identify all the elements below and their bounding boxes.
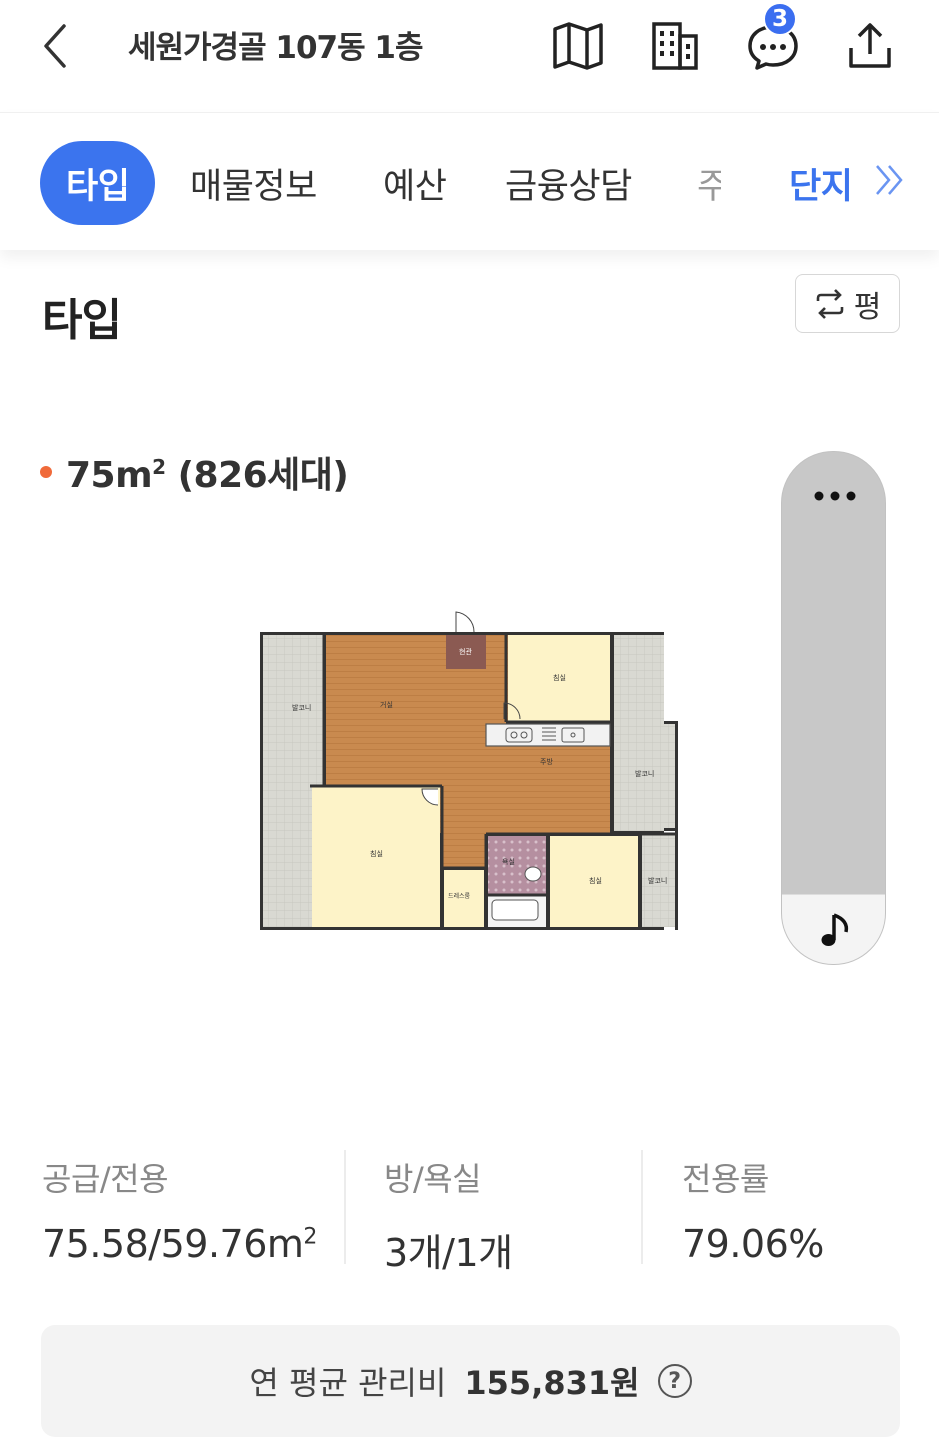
stat-ratio: 전용률 79.06% bbox=[682, 1154, 824, 1266]
page-title: 세원가경골 107동 1층 bbox=[128, 30, 424, 66]
bedroom-label-top: 침실 bbox=[553, 673, 566, 682]
type-dot bbox=[40, 466, 52, 478]
notification-badge: 3 bbox=[763, 2, 797, 36]
bedroom-label-left: 침실 bbox=[370, 849, 383, 858]
stat-divider bbox=[641, 1150, 643, 1264]
tab-listing-info[interactable]: 매물정보 bbox=[190, 141, 317, 225]
balcony-label-right: 발코니 bbox=[635, 769, 654, 778]
management-fee-box[interactable]: 연 평균 관리비 155,831원 ? bbox=[41, 1325, 900, 1437]
tab-bar: 타입 매물정보 예산 금융상담 주 단지 bbox=[0, 112, 939, 250]
map-icon bbox=[553, 22, 603, 70]
chevron-right-double-icon[interactable] bbox=[872, 158, 908, 202]
unit-toggle-label: 평 bbox=[853, 289, 882, 325]
section-title: 타입 bbox=[42, 295, 122, 346]
floating-toolbar bbox=[781, 451, 886, 965]
stat-rooms: 방/욕실 3개/1개 bbox=[384, 1154, 513, 1277]
more-icon bbox=[814, 491, 855, 501]
kitchen-label: 주방 bbox=[540, 757, 553, 766]
balcony-label-bottom: 발코니 bbox=[648, 876, 667, 885]
stat-divider bbox=[344, 1150, 346, 1264]
unit-toggle-button[interactable]: 평 bbox=[795, 274, 900, 333]
more-button[interactable] bbox=[782, 452, 885, 540]
building-button[interactable] bbox=[647, 18, 703, 74]
tab-complex[interactable]: 단지 bbox=[789, 141, 853, 225]
tab-type[interactable]: 타입 bbox=[40, 141, 156, 225]
map-button[interactable] bbox=[550, 18, 606, 74]
tab-partial[interactable]: 주 bbox=[697, 141, 721, 225]
floorplan-image: 발코니 거실 현관 침실 주방 발코니 침실 욕실 침실 발코니 드레스룸 bbox=[260, 611, 678, 930]
swap-icon bbox=[816, 288, 843, 319]
type-label: 75m2 (826세대) bbox=[66, 455, 349, 496]
dress-label: 드레스룸 bbox=[448, 892, 471, 900]
type-selector[interactable]: 75m2 (826세대) bbox=[40, 446, 349, 498]
music-button[interactable] bbox=[782, 894, 885, 964]
share-icon bbox=[849, 23, 891, 68]
fee-value: 155,831원 bbox=[464, 1364, 640, 1402]
stat-rooms-value: 3개/1개 bbox=[384, 1231, 513, 1275]
back-icon bbox=[44, 24, 66, 68]
stat-area-label: 공급/전용 bbox=[42, 1160, 169, 1198]
back-button[interactable] bbox=[30, 18, 80, 74]
balcony-label-left: 발코니 bbox=[292, 703, 311, 712]
stat-ratio-value: 79.06% bbox=[682, 1222, 824, 1266]
tab-budget[interactable]: 예산 bbox=[383, 141, 447, 225]
entrance-label: 현관 bbox=[459, 647, 472, 656]
stat-rooms-label: 방/욕실 bbox=[384, 1160, 482, 1198]
bedroom-label-right: 침실 bbox=[589, 876, 602, 885]
building-icon bbox=[652, 22, 698, 70]
header-bar: 세원가경골 107동 1층 3 bbox=[0, 0, 939, 112]
music-note-icon bbox=[821, 912, 848, 946]
living-label: 거실 bbox=[380, 700, 393, 709]
stat-ratio-label: 전용률 bbox=[682, 1160, 769, 1198]
chat-button[interactable]: 3 bbox=[745, 2, 801, 74]
bath-label: 욕실 bbox=[502, 857, 515, 866]
stat-area-value: 75.58/59.76m2 bbox=[42, 1222, 317, 1266]
stat-area: 공급/전용 75.58/59.76m2 bbox=[42, 1154, 317, 1266]
share-button[interactable] bbox=[842, 18, 898, 74]
help-icon[interactable]: ? bbox=[657, 1364, 692, 1398]
fee-label: 연 평균 관리비 bbox=[249, 1364, 447, 1402]
tab-finance[interactable]: 금융상담 bbox=[505, 141, 632, 225]
